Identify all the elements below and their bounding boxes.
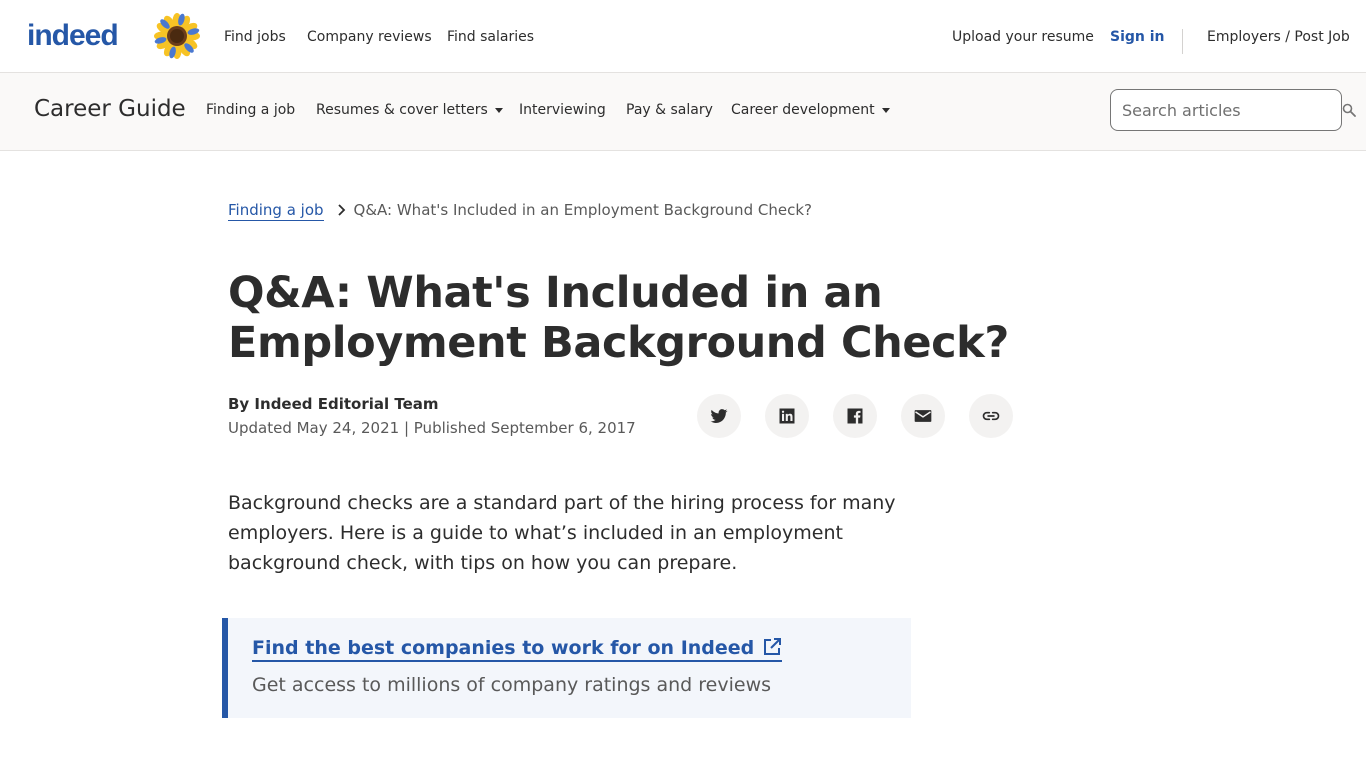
share-facebook-button[interactable] — [833, 394, 877, 438]
callout-subtext: Get access to millions of company rating… — [252, 674, 772, 696]
breadcrumb-parent-link[interactable]: Finding a job — [228, 200, 324, 221]
chevron-down-icon — [881, 107, 890, 113]
share-email-button[interactable] — [901, 394, 945, 438]
article-title: Q&A: What's Included in an Employment Ba… — [228, 268, 1009, 368]
guide-nav-finding-a-job[interactable]: Finding a job — [206, 73, 295, 147]
callout-link[interactable]: Find the best companies to work for on I… — [252, 636, 783, 662]
article-author: By Indeed Editorial Team — [228, 395, 439, 413]
guide-nav-label: Resumes & cover letters — [316, 102, 488, 118]
external-link-icon — [764, 638, 782, 655]
guide-nav-career-development[interactable]: Career development — [731, 73, 890, 147]
nav-find-jobs[interactable]: Find jobs — [224, 0, 286, 73]
career-guide-title[interactable]: Career Guide — [34, 73, 186, 145]
career-guide-bar: Career Guide Finding a job Resumes & cov… — [0, 73, 1366, 151]
nav-find-salaries[interactable]: Find salaries — [447, 0, 534, 73]
guide-nav-label: Career development — [731, 102, 875, 118]
sunflower-icon — [154, 13, 200, 59]
indeed-logo[interactable]: indeed — [27, 16, 119, 56]
chevron-down-icon — [494, 107, 503, 113]
search-input[interactable] — [1111, 90, 1341, 130]
guide-nav-pay-salary[interactable]: Pay & salary — [626, 73, 713, 147]
article-dates: Updated May 24, 2021 | Published Septemb… — [228, 419, 636, 437]
guide-nav-resumes[interactable]: Resumes & cover letters — [316, 73, 503, 147]
find-jobs-link[interactable]: Find jobs — [224, 29, 286, 45]
find-salaries-link[interactable]: Find salaries — [447, 29, 534, 45]
company-reviews-link[interactable]: Company reviews — [307, 29, 432, 45]
facebook-icon — [847, 408, 863, 424]
callout-link-text: Find the best companies to work for on I… — [252, 637, 755, 659]
employers-link[interactable]: Employers / Post Job — [1207, 29, 1350, 45]
upload-resume-link[interactable]: Upload your resume — [952, 29, 1094, 45]
guide-nav-label: Finding a job — [206, 102, 296, 118]
linkedin-icon — [779, 408, 795, 424]
twitter-icon — [710, 409, 728, 423]
email-icon — [914, 410, 932, 422]
nav-employers[interactable]: Employers / Post Job — [1207, 0, 1350, 73]
breadcrumb: Finding a job Q&A: What's Included in an… — [228, 198, 812, 222]
share-copy-link-button[interactable] — [969, 394, 1013, 438]
guide-nav-interviewing[interactable]: Interviewing — [519, 73, 606, 147]
guide-nav-label: Interviewing — [519, 102, 606, 118]
sign-in-link[interactable]: Sign in — [1110, 29, 1165, 45]
article-intro: Background checks are a standard part of… — [228, 492, 896, 574]
nav-sign-in[interactable]: Sign in — [1110, 0, 1165, 73]
share-linkedin-button[interactable] — [765, 394, 809, 438]
search-icon[interactable] — [1342, 103, 1356, 117]
nav-company-reviews[interactable]: Company reviews — [307, 0, 432, 73]
guide-nav-label: Pay & salary — [626, 102, 713, 118]
link-icon — [982, 411, 1000, 421]
nav-upload-resume[interactable]: Upload your resume — [952, 0, 1094, 73]
share-twitter-button[interactable] — [697, 394, 741, 438]
companies-callout: Find the best companies to work for on I… — [222, 618, 911, 718]
top-header: indeed Find jobs Company reviews Find sa… — [0, 0, 1366, 73]
breadcrumb-current: Q&A: What's Included in an Employment Ba… — [353, 201, 812, 219]
search-box — [1110, 89, 1342, 131]
logo-text: indeed — [27, 19, 119, 52]
chevron-right-icon — [337, 204, 345, 216]
nav-divider — [1182, 29, 1183, 54]
